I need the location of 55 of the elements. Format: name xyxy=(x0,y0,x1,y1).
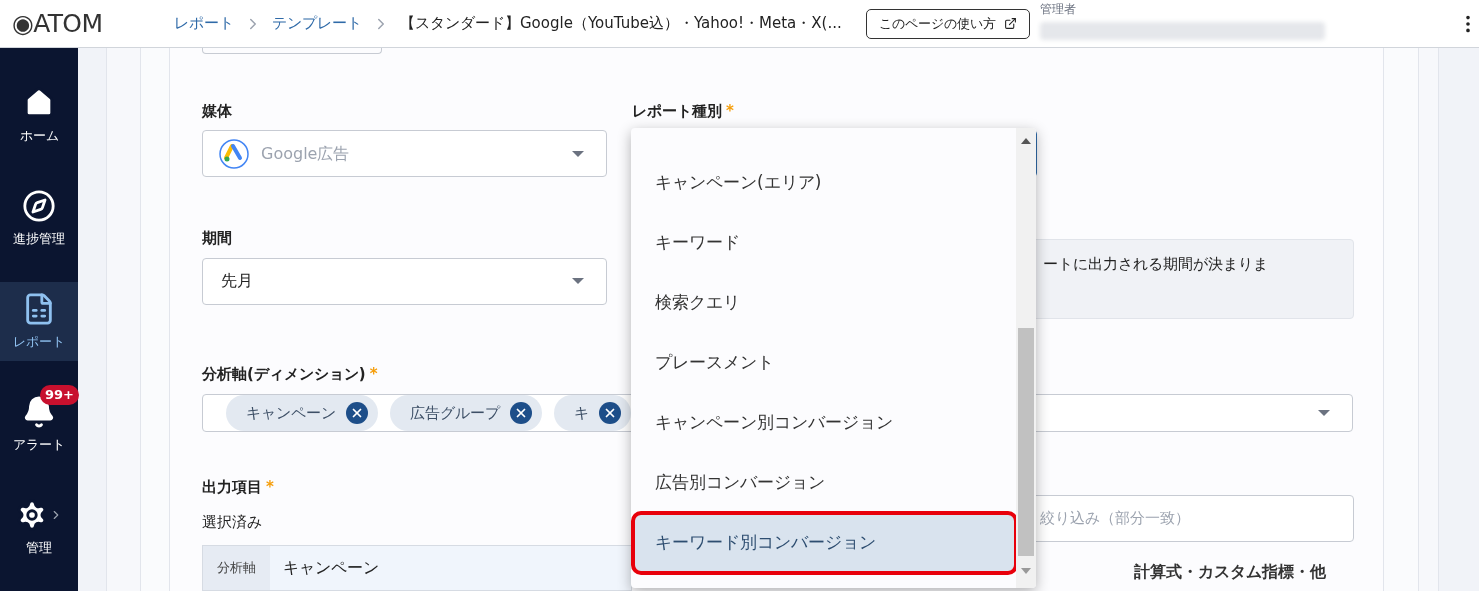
dropdown-option[interactable]: 検索クエリ xyxy=(633,273,1016,333)
dimension-chip[interactable]: キ xyxy=(554,394,631,431)
required-mark: * xyxy=(726,101,734,120)
breadcrumb-current: 【スタンダード】Google（YouTube込）・Yahoo!・Meta・X(... xyxy=(400,13,842,35)
required-mark: * xyxy=(369,365,378,384)
input-field[interactable] xyxy=(202,48,382,54)
dropdown-option[interactable]: キーワード別コンバージョン xyxy=(633,513,1016,573)
logo: ◉ATOM xyxy=(12,7,104,40)
period-value: 先月 xyxy=(221,270,253,293)
remove-icon[interactable] xyxy=(599,401,621,424)
sidebar-item[interactable]: ホーム xyxy=(0,76,78,155)
remove-icon[interactable] xyxy=(510,401,532,424)
notification-badge: 99+ xyxy=(40,384,79,405)
period-select[interactable]: 先月 xyxy=(202,257,607,305)
dropdown-option[interactable]: プレースメント xyxy=(633,333,1016,393)
sidebar-item[interactable]: レポート xyxy=(0,282,78,361)
sidebar-label: ホーム xyxy=(19,126,59,145)
media-value: Google広告 xyxy=(261,142,350,165)
user-role: 管理者 xyxy=(1039,1,1077,18)
caret-icon xyxy=(1318,409,1330,416)
sidebar-label: 管理 xyxy=(26,538,52,557)
compass-icon xyxy=(22,188,56,223)
sidebar-label: アラート xyxy=(13,435,65,454)
filter-input[interactable]: 絞り込み（部分一致） xyxy=(1040,507,1340,530)
table-cell: 分析軸 xyxy=(203,546,270,590)
dropdown-option[interactable]: キャンペーン(エリア) xyxy=(633,153,1016,213)
remove-icon[interactable] xyxy=(346,401,368,424)
breadcrumb-link[interactable]: レポート xyxy=(174,12,234,35)
field-label: 媒体 xyxy=(202,100,233,122)
field-label: 期間 xyxy=(202,228,233,250)
required-mark: * xyxy=(266,478,274,496)
sidebar-item[interactable]: 99+ アラート xyxy=(0,385,78,464)
field-label: レポート種別 * xyxy=(632,100,735,122)
column-heading: 計算式・カスタム指標・他 xyxy=(1134,561,1326,583)
sidebar-item[interactable]: 進捗管理 xyxy=(0,179,78,258)
dropdown-option[interactable]: キーワード xyxy=(633,213,1016,273)
info-text: ートに出力される期間が決まりま xyxy=(1043,255,1268,274)
dimension-chip[interactable]: キャンペーン xyxy=(226,394,378,431)
dimension-chip[interactable]: 広告グループ xyxy=(390,394,542,431)
google-ads-logo xyxy=(219,138,249,169)
field-label: 出力項目 * xyxy=(202,477,275,498)
caret-icon xyxy=(572,150,584,157)
dropdown-option[interactable]: 広告別コンバージョン xyxy=(633,453,1016,513)
external-link-icon xyxy=(1003,17,1017,30)
sidebar-item[interactable]: 管理 xyxy=(0,488,78,567)
help-button[interactable]: このページの使い方 xyxy=(865,8,1030,39)
dropdown-option[interactable]: キャンペーン別コンバージョン xyxy=(633,393,1016,453)
caret-icon xyxy=(572,278,584,285)
selected-label: 選択済み xyxy=(202,511,263,533)
table-cell: キャンペーン xyxy=(270,546,631,590)
scrollbar[interactable] xyxy=(1016,128,1036,588)
breadcrumb-link[interactable]: テンプレート xyxy=(272,12,362,35)
sidebar-label: レポート xyxy=(13,332,65,351)
scroll-up-icon[interactable] xyxy=(1021,138,1031,144)
sidebar-label: 進捗管理 xyxy=(13,229,65,248)
